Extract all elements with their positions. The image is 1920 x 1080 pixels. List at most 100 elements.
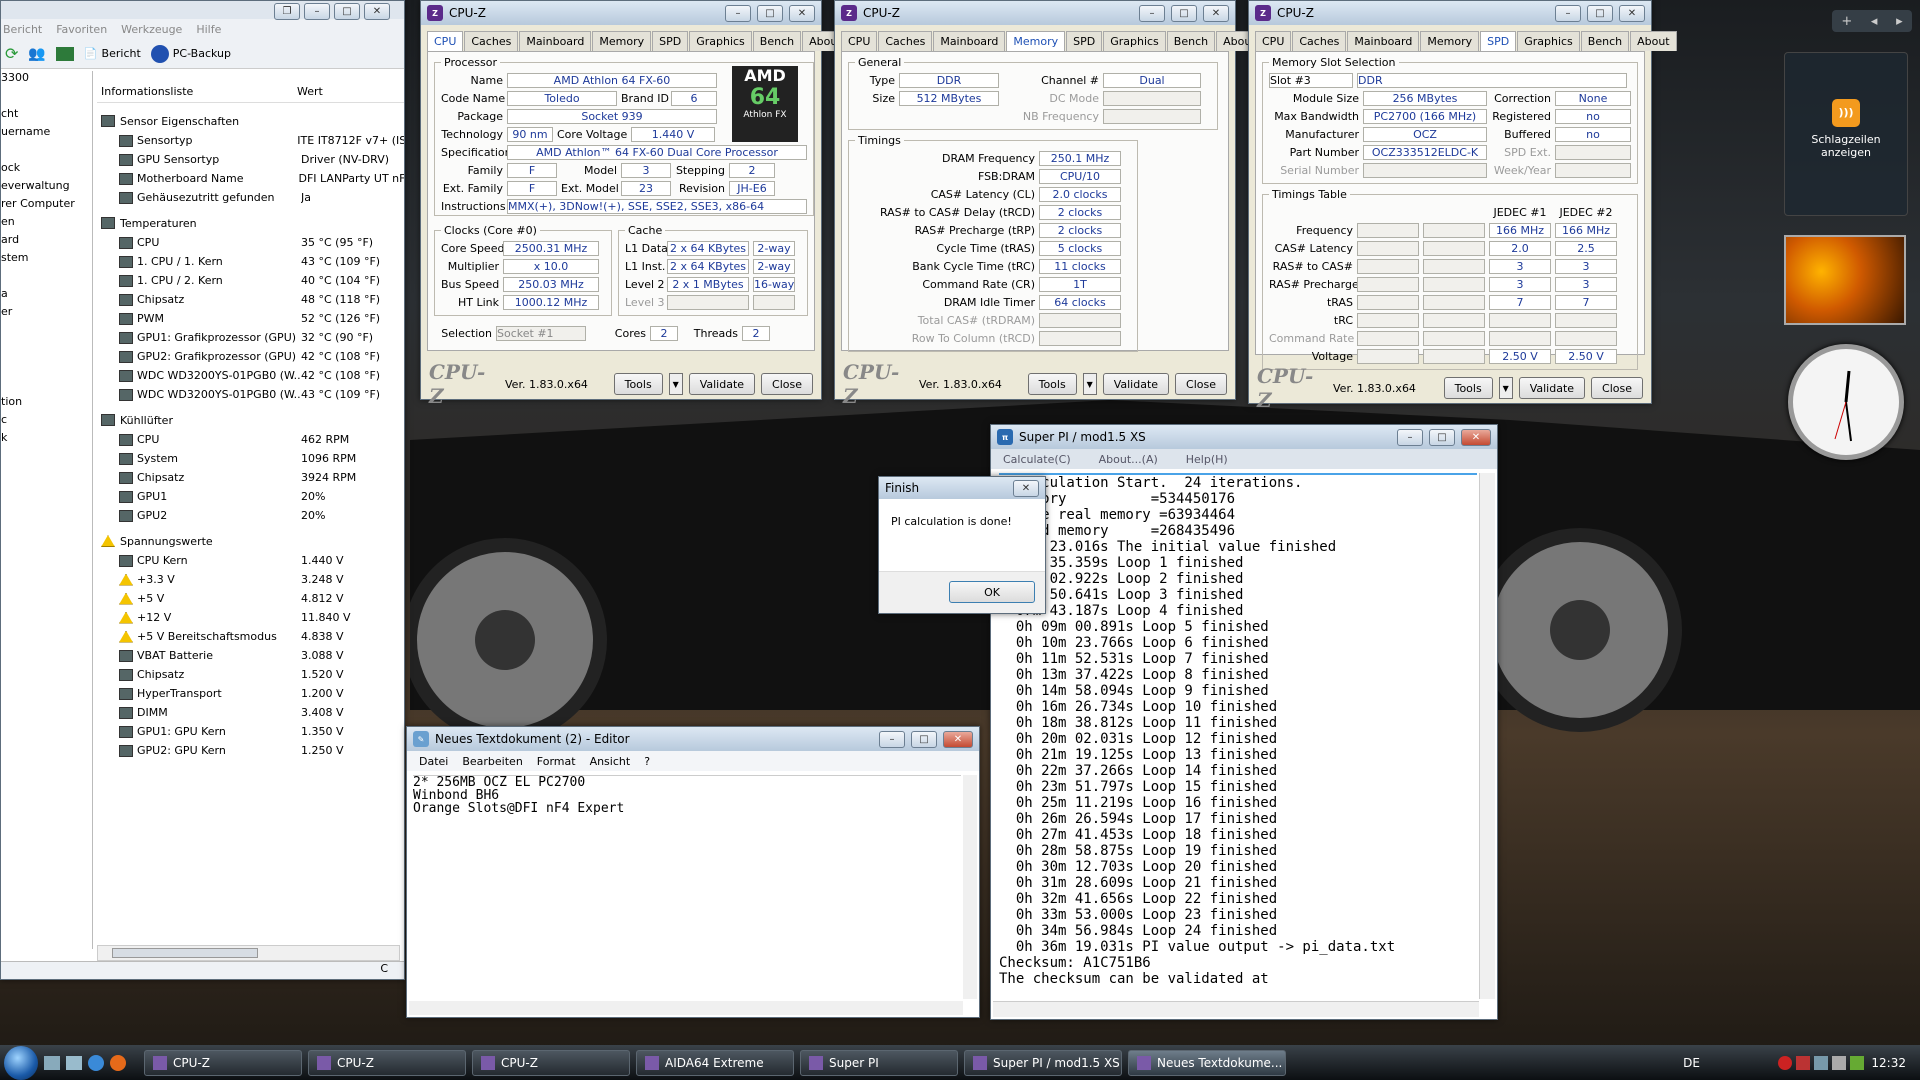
sensor-row[interactable]: +3.3 V 3.248 V (101, 570, 404, 589)
sensor-section-header[interactable]: Spannungswerte (101, 531, 404, 551)
sensor-row[interactable]: DIMM 3.408 V (101, 703, 404, 722)
notepad-window[interactable]: ✎ Neues Textdokument (2) - Editor – □ ✕ Dat… (406, 726, 980, 1018)
ok-button[interactable]: OK (949, 581, 1035, 603)
tree-item[interactable] (1, 359, 92, 377)
taskbar-clock[interactable]: 12:32 (1871, 1056, 1906, 1070)
tab-mainboard[interactable]: Mainboard (933, 31, 1006, 51)
taskbar-button[interactable]: Neues Textdokume... (1128, 1049, 1286, 1076)
tree-item[interactable] (1, 341, 92, 359)
tools-dropdown-icon[interactable]: ▼ (1082, 373, 1097, 395)
tab-graphics[interactable]: Graphics (1103, 31, 1166, 51)
tools-button[interactable]: Tools (1443, 377, 1493, 399)
dialog-close-button[interactable]: ✕ (1013, 479, 1039, 497)
validate-button[interactable]: Validate (1102, 373, 1170, 395)
next-icon[interactable]: ▸ (1896, 14, 1903, 29)
tree-item[interactable]: ard (1, 233, 92, 251)
close-button[interactable]: ✕ (1461, 428, 1491, 446)
tab-caches[interactable]: Caches (1292, 31, 1347, 51)
refresh-icon[interactable]: ⟳ (5, 44, 18, 63)
close-button[interactable]: Close (1591, 377, 1643, 399)
menu-about[interactable]: About...(A) (1099, 453, 1158, 466)
report-button[interactable]: 📄 Bericht (84, 47, 141, 60)
aida-hscrollbar[interactable] (97, 945, 400, 961)
tools-button[interactable]: Tools (1027, 373, 1077, 395)
col-header-info[interactable]: Informationsliste (97, 85, 297, 102)
maximize-button[interactable]: □ (1171, 4, 1197, 22)
sensor-row[interactable]: GPU2: Grafikprozessor (GPU) 42 °C (108 °F… (101, 347, 404, 366)
maximize-button[interactable]: □ (1587, 4, 1613, 22)
tree-item[interactable]: uername (1, 125, 92, 143)
tray-nvidia-icon[interactable] (1850, 1055, 1864, 1070)
taskbar-button[interactable]: Super PI (800, 1049, 958, 1076)
close-button[interactable]: ✕ (1619, 4, 1645, 22)
slot-select[interactable]: Slot #3 (1269, 72, 1353, 88)
sensor-row[interactable]: GPU2 20% (101, 506, 404, 525)
superpi-hscroll[interactable] (993, 1001, 1479, 1017)
tab-bench[interactable]: Bench (752, 31, 802, 51)
tree-item[interactable]: 3300 (1, 71, 92, 89)
rss-gadget[interactable]: ))) Schlagzeilen anzeigen (1784, 52, 1908, 216)
sensor-row[interactable]: VBAT Batterie 3.088 V (101, 646, 404, 665)
superpi-window[interactable]: π Super PI / mod1.5 XS – □ ✕ Calculate(C) A… (990, 424, 1498, 1020)
aida-restore-button[interactable]: ❐ (274, 3, 300, 20)
tab-mainboard[interactable]: Mainboard (519, 31, 592, 51)
menu-datei[interactable]: Datei (419, 755, 448, 768)
motherboard-icon[interactable] (55, 46, 74, 61)
sensor-row[interactable]: WDC WD3200YS-01PGB0 (W... 42 °C (108 °F) (101, 366, 404, 385)
notepad-text-area[interactable]: 2* 256MB OCZ EL PC2700 Winbond BH6 Orang… (413, 775, 961, 997)
menu-bearbeiten[interactable]: Bearbeiten (462, 755, 522, 768)
aida-menu-hilfe[interactable]: Hilfe (196, 23, 221, 36)
aida-close-button[interactable]: ✕ (364, 3, 390, 20)
sensor-row[interactable]: Motherboard Name DFI LANParty UT nF (101, 169, 404, 188)
tree-item[interactable]: tion (1, 395, 92, 413)
cpuz-window-memory[interactable]: Z CPU-Z – □ ✕ CPU Caches Mainboard Memory SPD Gr… (834, 0, 1263, 408)
aida-left-tree[interactable]: 3300 cht uername ock everwaltung rer Computer… (1, 71, 93, 949)
sensor-row[interactable]: 1. CPU / 1. Kern 43 °C (109 °F) (101, 252, 404, 271)
tab-mainboard[interactable]: Mainboard (1347, 31, 1420, 51)
close-button[interactable]: ✕ (1203, 4, 1229, 22)
tools-dropdown-icon[interactable]: ▼ (668, 373, 683, 395)
aida-menu-werkzeuge[interactable]: Werkzeuge (121, 23, 182, 36)
menu-ansicht[interactable]: Ansicht (590, 755, 631, 768)
sensor-row[interactable]: GPU2: GPU Kern 1.250 V (101, 741, 404, 760)
users-icon[interactable]: 👥 (28, 46, 45, 62)
minimize-button[interactable]: – (1555, 4, 1581, 22)
superpi-vscroll[interactable] (1479, 473, 1495, 999)
aida-menu-bericht[interactable]: Bericht (3, 23, 42, 36)
tab-bench[interactable]: Bench (1166, 31, 1216, 51)
tools-button[interactable]: Tools (613, 373, 663, 395)
validate-button[interactable]: Validate (1518, 377, 1586, 399)
tab-caches[interactable]: Caches (464, 31, 519, 51)
close-button[interactable]: ✕ (789, 4, 815, 22)
sensor-section-header[interactable]: Kühllüfter (101, 410, 404, 430)
switch-windows-icon[interactable] (66, 1055, 82, 1070)
validate-button[interactable]: Validate (688, 373, 756, 395)
maximize-button[interactable]: □ (911, 730, 937, 748)
tree-item[interactable] (1, 269, 92, 287)
ie-icon[interactable] (88, 1054, 104, 1071)
menu-calculate[interactable]: Calculate(C) (1003, 453, 1071, 466)
menu-help[interactable]: ? (644, 755, 650, 768)
finish-dialog[interactable]: Finish ✕ PI calculation is done! OK (878, 476, 1046, 614)
menu-help[interactable]: Help(H) (1186, 453, 1228, 466)
taskbar-button[interactable]: Super PI / mod1.5 XS (964, 1049, 1122, 1076)
sensor-row[interactable]: GPU1: GPU Kern 1.350 V (101, 722, 404, 741)
tools-dropdown-icon[interactable]: ▼ (1498, 377, 1513, 399)
tree-item[interactable]: en (1, 215, 92, 233)
tree-item[interactable]: er (1, 305, 92, 323)
col-header-value[interactable]: Wert (297, 85, 323, 102)
taskbar-button[interactable]: CPU-Z (472, 1049, 630, 1076)
taskbar-button[interactable]: AIDA64 Extreme (636, 1049, 794, 1076)
tab-spd[interactable]: SPD (1066, 31, 1103, 51)
sensor-row[interactable]: HyperTransport 1.200 V (101, 684, 404, 703)
tree-item[interactable]: k (1, 431, 92, 449)
aida-minimize-button[interactable]: – (304, 3, 330, 20)
cpuz-window-cpu[interactable]: Z CPU-Z – □ ✕ CPU Caches Mainboard Memory SPD Gr… (420, 0, 849, 408)
notepad-vscroll[interactable] (963, 775, 977, 999)
tab-cpu[interactable]: CPU (427, 31, 464, 51)
minimize-button[interactable]: – (725, 4, 751, 22)
close-button[interactable]: Close (1175, 373, 1227, 395)
sensor-row[interactable]: Sensortyp ITE IT8712F v7+ (IS (101, 131, 404, 150)
language-indicator[interactable]: DE (1683, 1056, 1700, 1070)
tray-volume-icon[interactable] (1832, 1055, 1846, 1070)
